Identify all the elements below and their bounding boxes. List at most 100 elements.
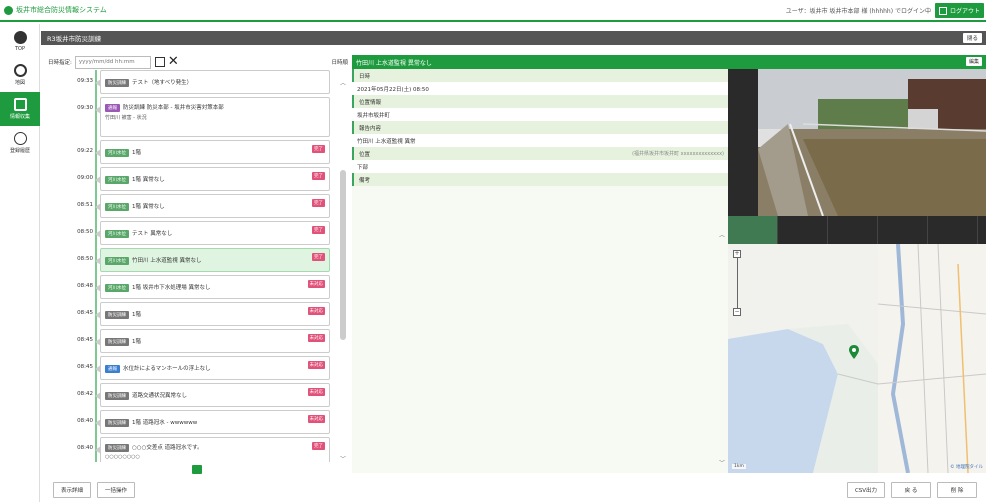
detail-row-text: 下部 bbox=[357, 164, 369, 171]
clear-icon[interactable]: ✕ bbox=[168, 55, 179, 68]
timeline-card[interactable]: 河川水位 1階 異常なし 完了 bbox=[95, 167, 330, 191]
timeline-item[interactable]: 08:48 河川水位 1階 坂井市下水処理場 異常なし 未対応 bbox=[48, 275, 338, 299]
timeline-item[interactable]: 08:50 河川水位 テスト 異常なし 完了 bbox=[48, 221, 338, 245]
detail-field-label: 日時 bbox=[352, 69, 728, 82]
map-attribution[interactable]: © 地理院タイル bbox=[950, 464, 983, 470]
timeline-text: 1階 道路冠水 - wwwwww bbox=[132, 419, 198, 426]
delete-button[interactable]: 削 除 bbox=[937, 482, 977, 498]
csv-export-button[interactable]: CSV出力 bbox=[847, 482, 885, 498]
timeline-card[interactable]: 防災訓練 テスト（地すべり発生） bbox=[95, 70, 330, 94]
history-icon bbox=[13, 132, 27, 145]
timeline-text: ○○○交差点 道路冠水です。 bbox=[132, 445, 203, 451]
calendar-icon[interactable] bbox=[154, 57, 165, 67]
timeline-text: 防災訓練 防災本部 - 坂井市災害対策本部 bbox=[123, 105, 224, 111]
category-tag: 河川水位 bbox=[105, 175, 129, 184]
zoom-in-icon[interactable]: + bbox=[733, 250, 741, 258]
category-tag: 防災訓練 bbox=[105, 418, 129, 427]
timeline-item[interactable]: 08:40 防災訓練 ○○○交差点 道路冠水です。 ○○○○○○○○ 完了 bbox=[48, 437, 338, 462]
detail-row-text: 位置情報 bbox=[359, 99, 382, 106]
category-tag: 防災訓練 bbox=[105, 78, 129, 87]
nav-item-map[interactable]: 地図 bbox=[0, 58, 40, 92]
date-input[interactable] bbox=[74, 55, 151, 69]
nav-item-info[interactable]: 情報収集 bbox=[0, 92, 40, 126]
timeline-list[interactable]: 09:33 防災訓練 テスト（地すべり発生） 09:30 通報 防災訓練 防災本部 - 坂… bbox=[48, 70, 338, 462]
timeline-item[interactable]: 08:42 防災訓練 道路交通状況異常なし 未対応 bbox=[48, 383, 338, 407]
close-button[interactable]: 閉る bbox=[962, 33, 982, 43]
detail-row-address: (福井県坂井市坂井町 xxxxxxxxxxxxxx) bbox=[632, 151, 724, 157]
app-logo[interactable]: 坂井市総合防災情報システム bbox=[4, 5, 107, 15]
timeline-item[interactable]: 09:22 河川水位 1階 完了 bbox=[48, 140, 338, 164]
detail-field-value: 竹田川 上水道監視 異常 bbox=[352, 134, 728, 147]
scroll-down-icon[interactable]: ﹀ bbox=[340, 454, 346, 463]
edit-button[interactable]: 編集 bbox=[965, 57, 982, 66]
timeline-card-content: 防災訓練 1階 bbox=[105, 310, 141, 319]
back-button[interactable]: 戻 る bbox=[891, 482, 931, 498]
zoom-slider[interactable] bbox=[736, 258, 738, 308]
detail-view-button[interactable]: 表示詳細 bbox=[53, 482, 91, 498]
timeline-card[interactable]: 防災訓練 1階 未対応 bbox=[95, 302, 330, 326]
bottom-toolbar: 表示詳細 一括操作 CSV出力 戻 る 削 除 bbox=[41, 475, 986, 502]
timeline-card[interactable]: 防災訓練 ○○○交差点 道路冠水です。 ○○○○○○○○ 完了 bbox=[95, 437, 330, 462]
photo-thumbnail[interactable] bbox=[728, 216, 778, 244]
detail-scroll-down-icon[interactable]: ﹀ bbox=[719, 458, 725, 467]
logout-button[interactable]: ログアウト bbox=[934, 3, 984, 18]
timeline-card[interactable]: 通報 防災訓練 防災本部 - 坂井市災害対策本部 竹田川 被害 - 状況 bbox=[95, 97, 330, 137]
detail-field-label: 位置情報 bbox=[352, 95, 728, 108]
timeline-card[interactable]: 通報 水位計によるマンホールの浮上なし 未対応 bbox=[95, 356, 330, 380]
category-tag: 河川水位 bbox=[105, 148, 129, 157]
river-photo bbox=[728, 69, 986, 216]
category-tag: 通報 bbox=[105, 104, 120, 112]
zoom-out-icon[interactable]: − bbox=[733, 308, 741, 316]
status-badge: 完了 bbox=[312, 253, 325, 261]
photo-thumbnail[interactable] bbox=[778, 216, 828, 244]
sort-toggle[interactable]: 日時順 bbox=[331, 58, 348, 66]
scroll-thumb[interactable] bbox=[340, 170, 346, 340]
timeline-item[interactable]: 09:00 河川水位 1階 異常なし 完了 bbox=[48, 167, 338, 191]
timeline-card-content: 通報 防災訓練 防災本部 - 坂井市災害対策本部 竹田川 被害 - 状況 bbox=[105, 103, 224, 121]
timeline-text: 1階 bbox=[132, 338, 141, 345]
timeline-item[interactable]: 08:50 河川水位 竹田川 上水道監視 異常なし 完了 bbox=[48, 248, 338, 272]
timeline-card-content: 通報 水位計によるマンホールの浮上なし bbox=[105, 364, 211, 373]
edit-icon bbox=[13, 98, 27, 111]
timeline-text: 1階 bbox=[132, 149, 141, 156]
timeline-time: 09:33 bbox=[77, 78, 93, 84]
nav-item-top[interactable]: TOP bbox=[0, 24, 40, 58]
timeline-card[interactable]: 防災訓練 道路交通状況異常なし 未対応 bbox=[95, 383, 330, 407]
timeline-item[interactable]: 09:33 防災訓練 テスト（地すべり発生） bbox=[48, 70, 338, 94]
timeline-item[interactable]: 08:40 防災訓練 1階 道路冠水 - wwwwww 未対応 bbox=[48, 410, 338, 434]
detail-scroll-up-icon[interactable]: ︿ bbox=[719, 230, 725, 239]
timeline-card[interactable]: 河川水位 竹田川 上水道監視 異常なし 完了 bbox=[95, 248, 330, 272]
timeline-card[interactable]: 河川水位 1階 完了 bbox=[95, 140, 330, 164]
timeline-item[interactable]: 08:45 防災訓練 1階 未対応 bbox=[48, 302, 338, 326]
detail-title: 竹田川 上水道監視 異常なし bbox=[356, 59, 432, 67]
zoom-control[interactable]: + − bbox=[733, 250, 741, 320]
bulk-action-button[interactable]: 一括操作 bbox=[97, 482, 135, 498]
location-map[interactable]: + − 1km © 地理院タイル bbox=[728, 244, 986, 473]
timeline-card[interactable]: 防災訓練 1階 未対応 bbox=[95, 329, 330, 353]
detail-field-label: 備考 bbox=[352, 173, 728, 186]
timeline-card[interactable]: 防災訓練 1階 道路冠水 - wwwwww 未対応 bbox=[95, 410, 330, 434]
timeline-card[interactable]: 河川水位 1階 坂井市下水処理場 異常なし 未対応 bbox=[95, 275, 330, 299]
logo-icon bbox=[4, 5, 13, 15]
timeline-card[interactable]: 河川水位 1階 異常なし 完了 bbox=[95, 194, 330, 218]
timeline-text: 1階 bbox=[132, 311, 141, 318]
timeline-item[interactable]: 08:45 通報 水位計によるマンホールの浮上なし 未対応 bbox=[48, 356, 338, 380]
category-tag: 防災訓練 bbox=[105, 310, 129, 319]
timeline-item[interactable]: 08:45 防災訓練 1階 未対応 bbox=[48, 329, 338, 353]
load-more-button[interactable] bbox=[192, 465, 202, 474]
photo-viewer[interactable] bbox=[728, 69, 986, 216]
timeline-item[interactable]: 09:30 通報 防災訓練 防災本部 - 坂井市災害対策本部 竹田川 被害 - 状況 bbox=[48, 97, 338, 137]
nav-item-history[interactable]: 登録履歴 bbox=[0, 126, 40, 160]
photo-thumbnail[interactable] bbox=[828, 216, 878, 244]
location-pin-icon[interactable] bbox=[849, 345, 859, 359]
timeline-card[interactable]: 河川水位 テスト 異常なし 完了 bbox=[95, 221, 330, 245]
photo-thumbnail[interactable] bbox=[928, 216, 978, 244]
photo-thumbnail[interactable] bbox=[878, 216, 928, 244]
timeline-scrollbar[interactable]: ︿ ﹀ bbox=[338, 78, 348, 463]
timeline-item[interactable]: 08:51 河川水位 1階 異常なし 完了 bbox=[48, 194, 338, 218]
scroll-up-icon[interactable]: ︿ bbox=[340, 78, 346, 87]
timeline-card-content: 防災訓練 ○○○交差点 道路冠水です。 ○○○○○○○○ bbox=[105, 443, 203, 460]
timeline-time: 08:40 bbox=[77, 418, 93, 424]
photo-thumbnails bbox=[728, 216, 986, 244]
timeline-card-content: 河川水位 竹田川 上水道監視 異常なし bbox=[105, 256, 202, 265]
